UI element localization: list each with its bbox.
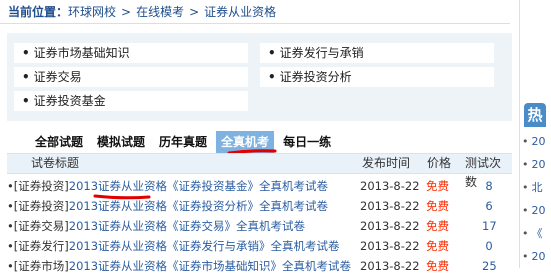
list-item[interactable]: • 《	[522, 222, 546, 245]
table-row: •[证券投资]2013证券从业资格《证券投资分析》全真机考试卷 2013-8-2…	[7, 196, 512, 216]
bullet-icon: •	[522, 250, 529, 263]
row-title: •[证券投资]2013证券从业资格《证券投资分析》全真机考试卷	[7, 199, 329, 213]
column-header-title: 试卷标题	[31, 156, 80, 170]
bullet-icon: •	[522, 204, 529, 217]
row-category: [证券市场]	[13, 259, 69, 273]
row-title: •[证券市场]2013证券从业资格《证券市场基础知识》全真机考试卷	[7, 259, 352, 273]
row-category: [证券交易]	[13, 219, 69, 233]
subject-link-fund[interactable]: • 证券投资基金	[14, 91, 248, 111]
subject-link-issuance[interactable]: • 证券发行与承销	[260, 43, 494, 63]
row-count[interactable]: 25	[482, 256, 497, 276]
bullet-icon: •	[22, 46, 30, 60]
tab-daily-practice[interactable]: 每日一练	[278, 131, 336, 153]
tab-past-papers[interactable]: 历年真题	[154, 131, 212, 153]
hot-sidebar: 热 • 20 • 20 • 北 • 20 • 《 • 20	[519, 0, 551, 268]
table-row: •[证券投资]2013证券从业资格《证券投资基金》全真机考试卷 2013-8-2…	[7, 176, 512, 196]
row-price: 免费	[426, 259, 449, 273]
table-header: 试卷标题 发布时间 价格 测试次数	[7, 153, 512, 189]
subject-label: 证券交易	[33, 70, 82, 84]
breadcrumb-separator: >	[189, 5, 200, 19]
bullet-icon: •	[268, 70, 276, 84]
row-price: 免费	[426, 219, 449, 233]
row-price: 免费	[426, 199, 449, 213]
row-date: 2013-8-22	[360, 179, 420, 193]
breadcrumb-link-securities[interactable]: 证券从业资格	[204, 5, 276, 19]
row-title: •[证券交易]2013证券从业资格《证券交易》全真机考试卷	[7, 219, 306, 233]
row-date: 2013-8-22	[360, 219, 420, 233]
exam-paper-link[interactable]: 2013证券从业资格《证券投资基金》全真机考试卷	[69, 179, 328, 193]
bullet-icon: •	[22, 70, 30, 84]
exam-paper-link[interactable]: 2013证券从业资格《证券市场基础知识》全真机考试卷	[69, 259, 351, 273]
list-item[interactable]: • 北	[522, 176, 546, 199]
list-item[interactable]: • 20	[522, 130, 546, 153]
row-title: •[证券投资]2013证券从业资格《证券投资基金》全真机考试卷	[7, 179, 329, 193]
table-row: •[证券交易]2013证券从业资格《证券交易》全真机考试卷 2013-8-22 …	[7, 216, 512, 236]
row-category: [证券发行]	[13, 239, 69, 253]
table-row: •[证券发行]2013证券从业资格《证券发行与承销》全真机考试卷 2013-8-…	[7, 236, 512, 256]
row-count[interactable]: 17	[482, 216, 497, 236]
exam-paper-link[interactable]: 2013证券从业资格《证券交易》全真机考试卷	[69, 219, 305, 233]
breadcrumb-link-mock-exam[interactable]: 在线模考	[136, 5, 184, 19]
hot-item-text: 20	[531, 250, 546, 263]
row-date: 2013-8-22	[360, 259, 420, 273]
breadcrumb-separator: >	[121, 5, 132, 19]
hot-list: • 20 • 20 • 北 • 20 • 《 • 20	[522, 130, 546, 268]
exam-paper-link[interactable]: 2013证券从业资格《证券发行与承销》全真机考试卷	[69, 239, 340, 253]
hot-item-text: 北	[531, 181, 543, 194]
list-item[interactable]: • 20	[522, 245, 546, 268]
hot-badge: 热	[524, 103, 546, 127]
subject-link-trading[interactable]: • 证券交易	[14, 67, 248, 87]
subject-panel: • 证券市场基础知识 • 证券发行与承销 • 证券交易 • 证券投资分析 • 证券投资基金	[7, 33, 512, 121]
row-date: 2013-8-22	[360, 199, 420, 213]
row-category: [证券投资]	[13, 199, 69, 213]
subject-label: 证券投资基金	[33, 94, 106, 108]
breadcrumb-label: 当前位置：	[8, 5, 69, 19]
row-date: 2013-8-22	[360, 239, 420, 253]
bullet-icon: •	[522, 158, 529, 171]
subject-link-analysis[interactable]: • 证券投资分析	[260, 67, 494, 87]
hot-item-text: 20	[531, 204, 546, 217]
exam-type-tabs: 全部试题 模拟试题 历年真题 全真机考 每日一练	[30, 131, 340, 153]
subject-link-market-basics[interactable]: • 证券市场基础知识	[14, 43, 248, 63]
column-header-price: 价格	[427, 156, 452, 170]
hot-item-text: 20	[531, 158, 546, 171]
bullet-icon: •	[268, 46, 276, 60]
bullet-icon: •	[22, 94, 30, 108]
row-category: [证券投资]	[13, 179, 69, 193]
list-item[interactable]: • 20	[522, 199, 546, 222]
exam-paper-link[interactable]: 2013证券从业资格《证券投资分析》全真机考试卷	[69, 199, 328, 213]
row-count[interactable]: 6	[482, 196, 496, 216]
subject-label: 证券投资分析	[279, 70, 352, 84]
row-count[interactable]: 0	[482, 236, 496, 256]
bullet-icon: •	[522, 181, 529, 194]
subject-label: 证券市场基础知识	[33, 46, 130, 60]
column-header-date: 发布时间	[362, 156, 411, 170]
list-item[interactable]: • 20	[522, 153, 546, 176]
row-price: 免费	[426, 239, 449, 253]
hot-item-text: 《	[531, 227, 543, 240]
row-title: •[证券发行]2013证券从业资格《证券发行与承销》全真机考试卷	[7, 239, 340, 253]
row-count[interactable]: 8	[482, 176, 496, 196]
breadcrumb-link-home[interactable]: 环球网校	[68, 5, 116, 19]
row-price: 免费	[426, 179, 449, 193]
breadcrumb: 当前位置：环球网校 > 在线模考 > 证券从业资格	[0, 0, 510, 24]
subject-label: 证券发行与承销	[279, 46, 364, 60]
tab-mock[interactable]: 模拟试题	[92, 131, 150, 153]
table-row: •[证券市场]2013证券从业资格《证券市场基础知识》全真机考试卷 2013-8…	[7, 256, 512, 276]
bullet-icon: •	[522, 135, 529, 148]
bullet-icon: •	[522, 227, 529, 240]
tab-all[interactable]: 全部试题	[30, 131, 88, 153]
hot-item-text: 20	[531, 135, 546, 148]
